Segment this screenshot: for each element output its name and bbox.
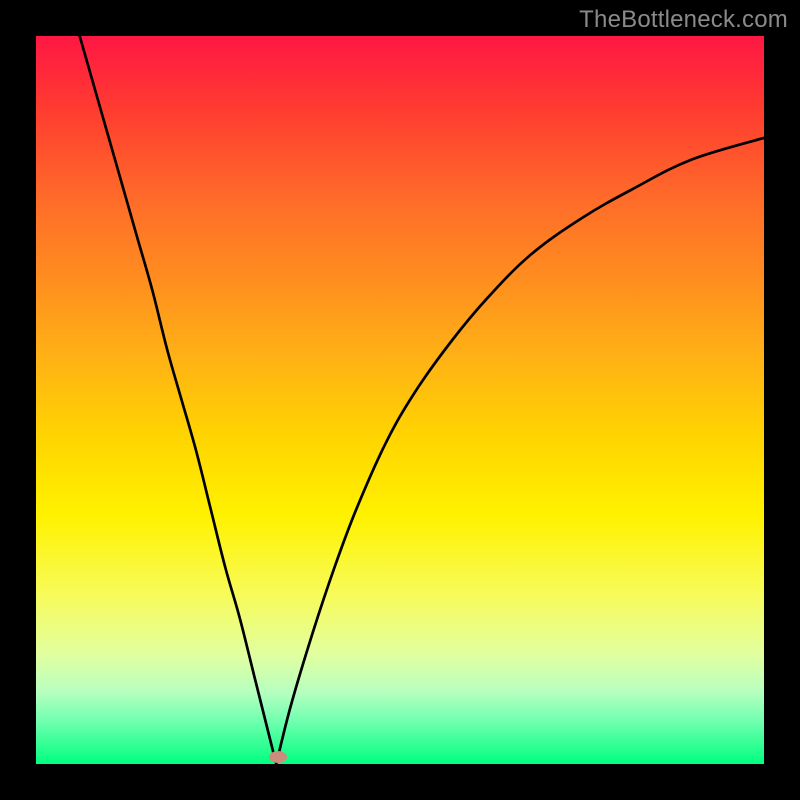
gradient-plot-area: [36, 36, 764, 764]
watermark-text: TheBottleneck.com: [579, 6, 788, 34]
minimum-marker: [269, 751, 287, 763]
chart-container: TheBottleneck.com: [0, 0, 800, 800]
curve-path: [80, 36, 764, 764]
curve-svg: [36, 36, 764, 764]
